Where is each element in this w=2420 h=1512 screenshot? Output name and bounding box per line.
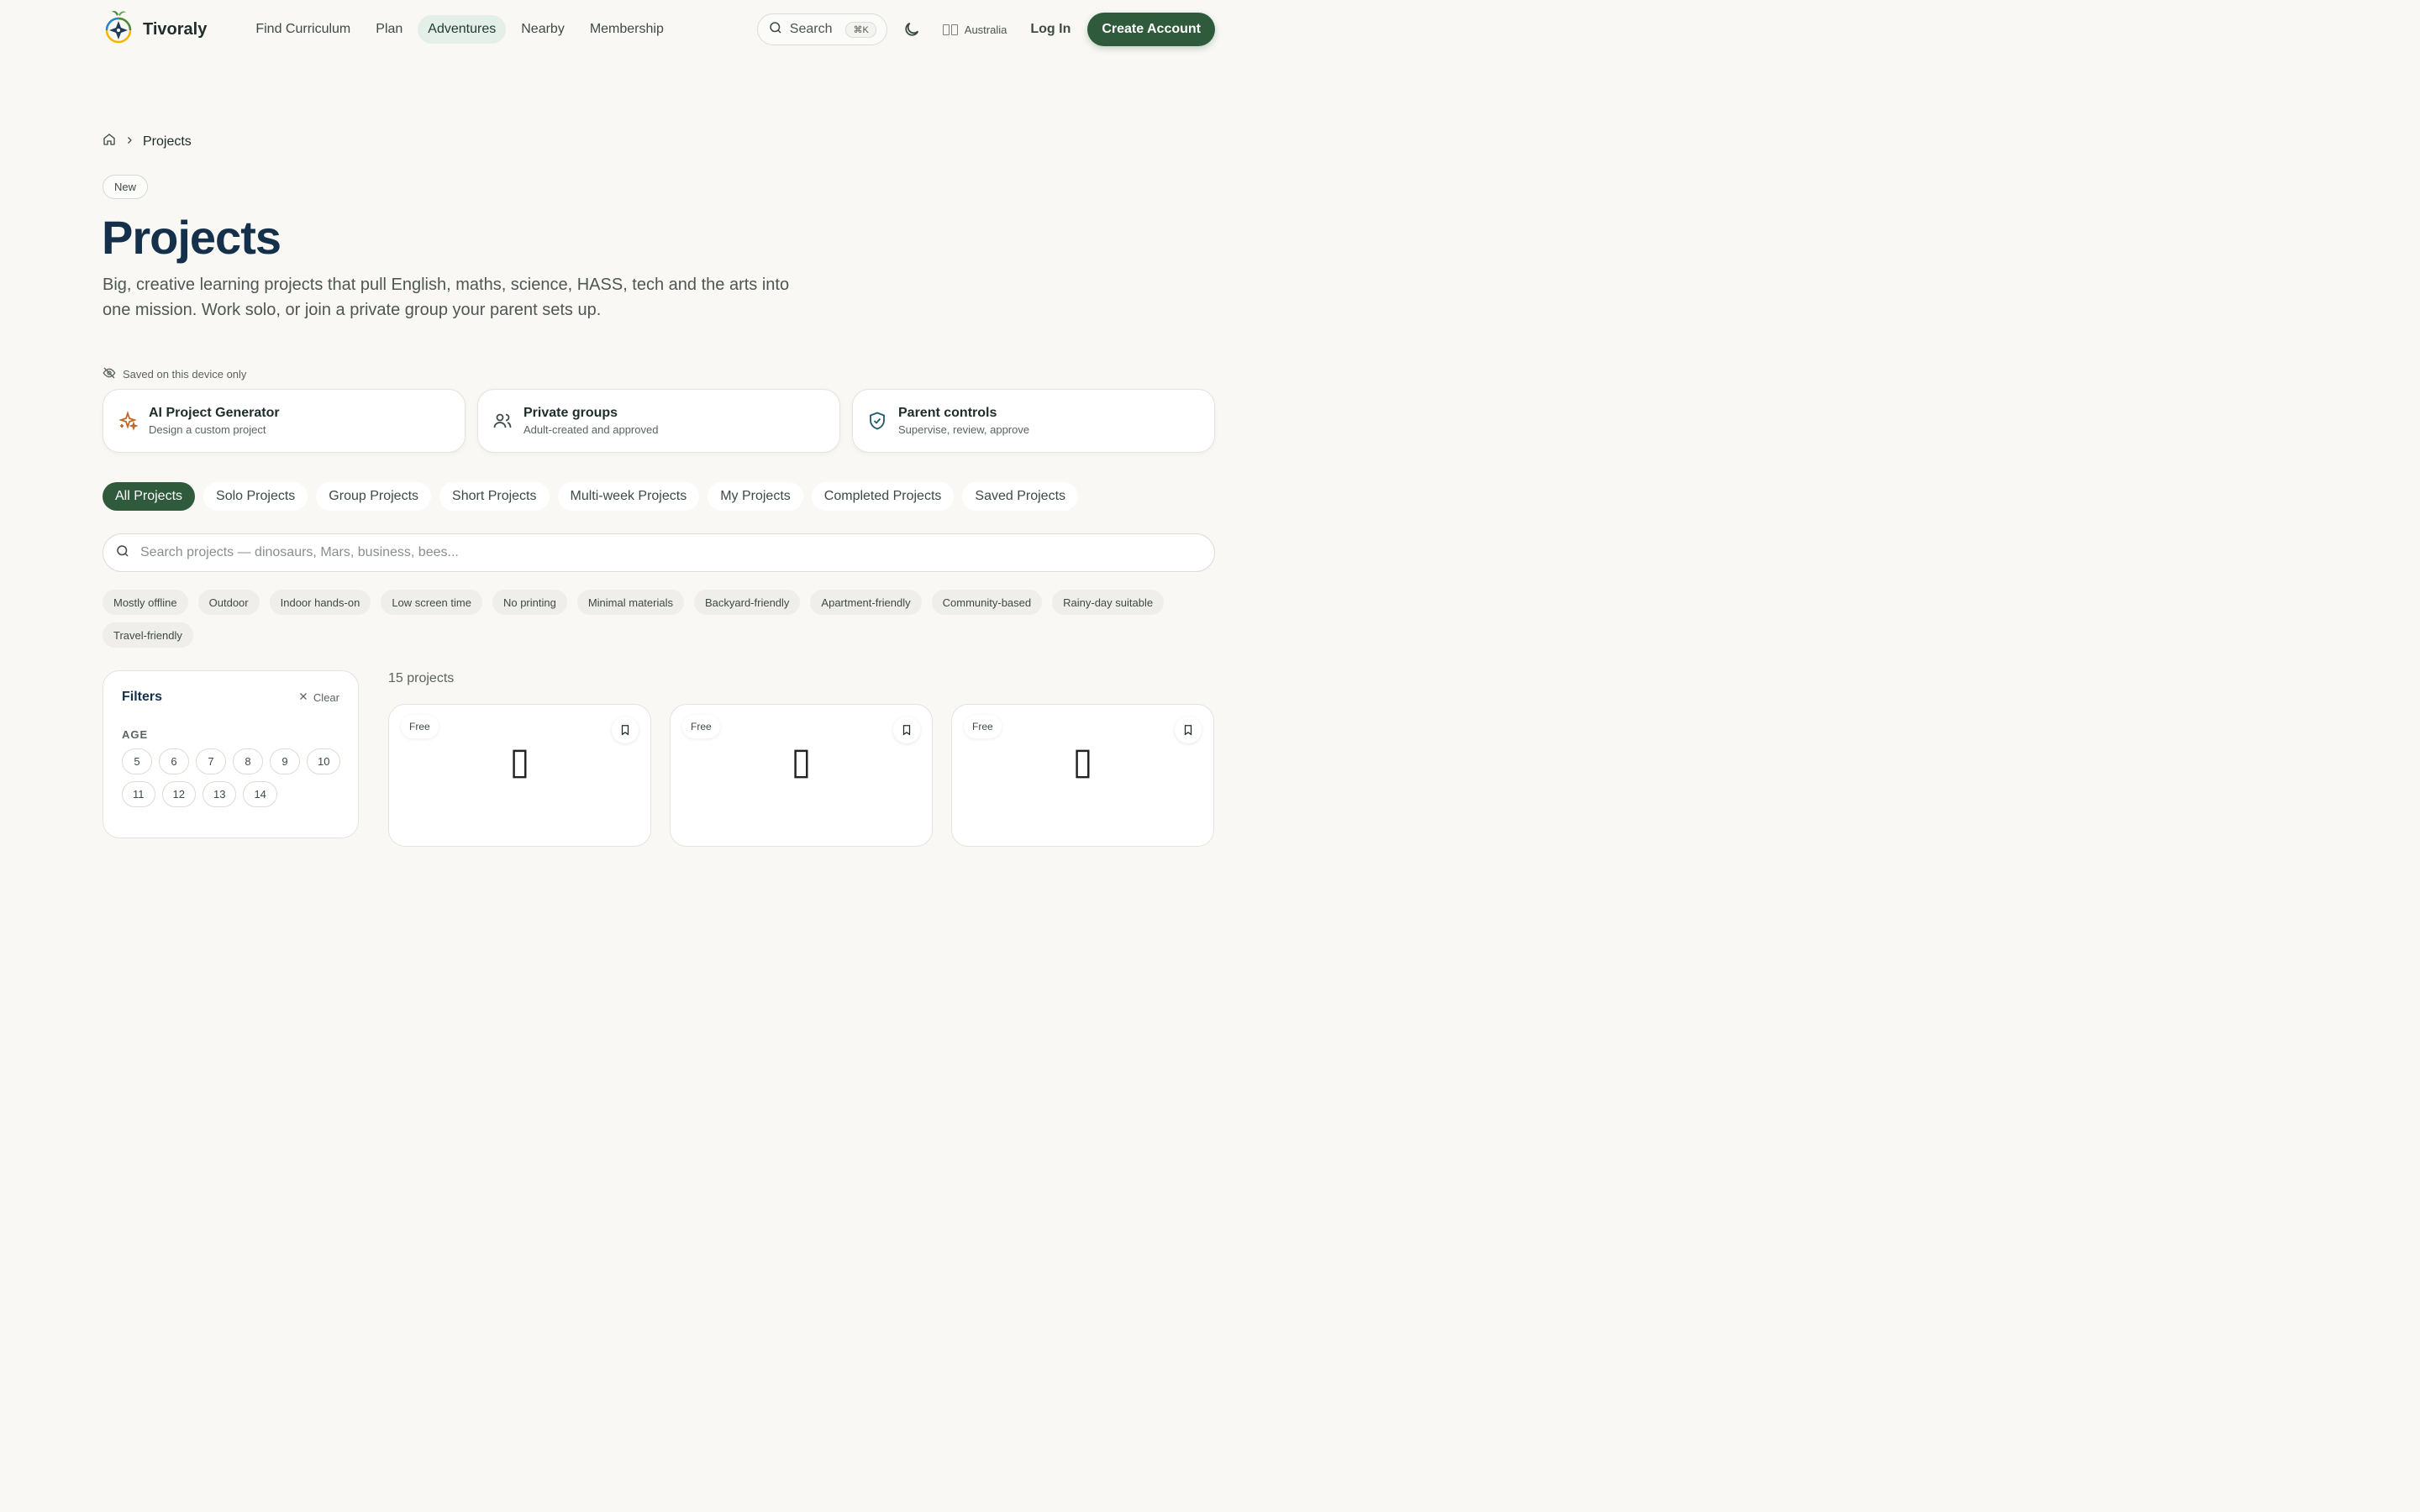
- feature-cards: AI Project Generator Design a custom pro…: [103, 389, 1215, 453]
- search-icon: [768, 20, 783, 39]
- feature-subtitle: Adult-created and approved: [523, 423, 659, 436]
- chip-apartment-friendly[interactable]: Apartment-friendly: [810, 590, 922, 615]
- header-actions: Search ⌘K Australia Log In Create Accoun…: [756, 13, 1215, 46]
- nav-membership[interactable]: Membership: [580, 15, 674, 44]
- global-search-button[interactable]: Search ⌘K: [756, 13, 887, 45]
- feature-title: Private groups: [523, 406, 618, 420]
- page-description: Big, creative learning projects that pul…: [103, 276, 790, 319]
- chip-no-printing[interactable]: No printing: [492, 590, 567, 615]
- eye-off-icon: [103, 366, 116, 382]
- search-icon: [115, 543, 130, 563]
- project-cards: Free ▯ Free ▯ Free ▯: [388, 704, 1214, 847]
- breadcrumb-current: Projects: [143, 134, 192, 149]
- search-label: Search: [789, 22, 833, 36]
- project-tabs: All Projects Solo Projects Group Project…: [103, 482, 1079, 511]
- chip-backyard-friendly[interactable]: Backyard-friendly: [693, 590, 801, 615]
- brand[interactable]: Tivoraly: [104, 10, 208, 49]
- clear-filters-button[interactable]: Clear: [298, 691, 339, 704]
- age-option[interactable]: 8: [233, 748, 263, 774]
- region-label: Australia: [964, 23, 1007, 36]
- private-groups-card[interactable]: Private groups Adult-created and approve…: [477, 389, 840, 453]
- age-option[interactable]: 14: [243, 781, 277, 807]
- tab-all-projects[interactable]: All Projects: [103, 482, 196, 511]
- chip-mostly-offline[interactable]: Mostly offline: [103, 590, 188, 615]
- age-option[interactable]: 10: [307, 748, 341, 774]
- results-count: 15 projects: [388, 671, 455, 685]
- saved-note: Saved on this device only: [103, 366, 246, 382]
- project-card[interactable]: Free ▯: [670, 704, 933, 847]
- age-option[interactable]: 5: [122, 748, 152, 774]
- feature-title: Parent controls: [898, 406, 997, 420]
- moon-icon[interactable]: [902, 20, 921, 39]
- parent-controls-card[interactable]: Parent controls Supervise, review, appro…: [852, 389, 1215, 453]
- tab-completed-projects[interactable]: Completed Projects: [811, 482, 955, 511]
- chip-travel-friendly[interactable]: Travel-friendly: [103, 622, 193, 648]
- ai-project-generator-card[interactable]: AI Project Generator Design a custom pro…: [103, 389, 466, 453]
- chip-rainy-day-suitable[interactable]: Rainy-day suitable: [1052, 590, 1165, 615]
- chip-minimal-materials[interactable]: Minimal materials: [576, 590, 684, 615]
- saved-note-text: Saved on this device only: [123, 368, 247, 381]
- users-icon: [492, 410, 513, 432]
- project-search-box: [103, 533, 1215, 572]
- nav-nearby[interactable]: Nearby: [511, 15, 575, 44]
- tab-my-projects[interactable]: My Projects: [708, 482, 803, 511]
- tab-solo-projects[interactable]: Solo Projects: [203, 482, 308, 511]
- project-emoji: ▯: [791, 740, 812, 783]
- tab-short-projects[interactable]: Short Projects: [439, 482, 550, 511]
- shield-check-icon: [866, 410, 888, 432]
- age-option[interactable]: 11: [122, 781, 155, 807]
- close-icon: [298, 691, 308, 704]
- project-emoji: ▯: [509, 740, 530, 783]
- chip-low-screen-time[interactable]: Low screen time: [381, 590, 482, 615]
- tab-multi-week-projects[interactable]: Multi-week Projects: [557, 482, 700, 511]
- brand-name: Tivoraly: [143, 19, 208, 39]
- age-option[interactable]: 9: [270, 748, 300, 774]
- login-link[interactable]: Log In: [1030, 22, 1071, 37]
- tab-saved-projects[interactable]: Saved Projects: [962, 482, 1079, 511]
- price-badge: Free: [682, 715, 720, 738]
- filters-panel: Filters Clear AGE 5 6 7 8 9 10 11 12 13 …: [103, 670, 359, 838]
- project-card[interactable]: Free ▯: [951, 704, 1214, 847]
- age-option[interactable]: 13: [202, 781, 237, 807]
- breadcrumb: Projects: [103, 133, 192, 150]
- price-badge: Free: [964, 715, 1002, 738]
- age-option[interactable]: 7: [196, 748, 226, 774]
- region-selector[interactable]: Australia: [942, 23, 1007, 36]
- nav-find-curriculum[interactable]: Find Curriculum: [245, 15, 360, 44]
- chevron-right-icon: [124, 134, 134, 150]
- tab-group-projects[interactable]: Group Projects: [316, 482, 432, 511]
- logo-icon: [104, 10, 133, 49]
- chip-outdoor[interactable]: Outdoor: [197, 590, 260, 615]
- clear-label: Clear: [313, 690, 339, 704]
- age-options: 5 6 7 8 9 10 11 12 13 14: [122, 748, 345, 807]
- flag-icon: [942, 24, 958, 35]
- nav-adventures[interactable]: Adventures: [418, 15, 507, 44]
- feature-subtitle: Design a custom project: [149, 423, 266, 436]
- nav-plan[interactable]: Plan: [366, 15, 413, 44]
- age-option[interactable]: 12: [161, 781, 196, 807]
- chip-community-based[interactable]: Community-based: [931, 590, 1043, 615]
- project-card[interactable]: Free ▯: [388, 704, 651, 847]
- price-badge: Free: [401, 715, 439, 738]
- filters-title: Filters: [122, 690, 163, 704]
- top-header: Tivoraly Find Curriculum Plan Adventures…: [0, 0, 1318, 59]
- home-icon[interactable]: [103, 133, 116, 150]
- page-title: Projects: [102, 211, 281, 264]
- filter-chips: Mostly offline Outdoor Indoor hands-on L…: [103, 590, 1220, 648]
- age-filter-label: AGE: [122, 728, 149, 741]
- project-emoji: ▯: [1072, 740, 1093, 783]
- new-badge: New: [103, 175, 149, 199]
- chip-indoor-hands-on[interactable]: Indoor hands-on: [269, 590, 371, 615]
- project-search-input[interactable]: [140, 545, 1149, 560]
- search-shortcut: ⌘K: [845, 21, 876, 38]
- main-nav: Find Curriculum Plan Adventures Nearby M…: [245, 15, 674, 44]
- filters-header: Filters Clear: [122, 690, 339, 705]
- create-account-button[interactable]: Create Account: [1087, 13, 1215, 46]
- age-option[interactable]: 6: [159, 748, 189, 774]
- sparkle-icon: [117, 410, 139, 432]
- feature-subtitle: Supervise, review, approve: [898, 423, 1030, 436]
- feature-title: AI Project Generator: [149, 406, 280, 420]
